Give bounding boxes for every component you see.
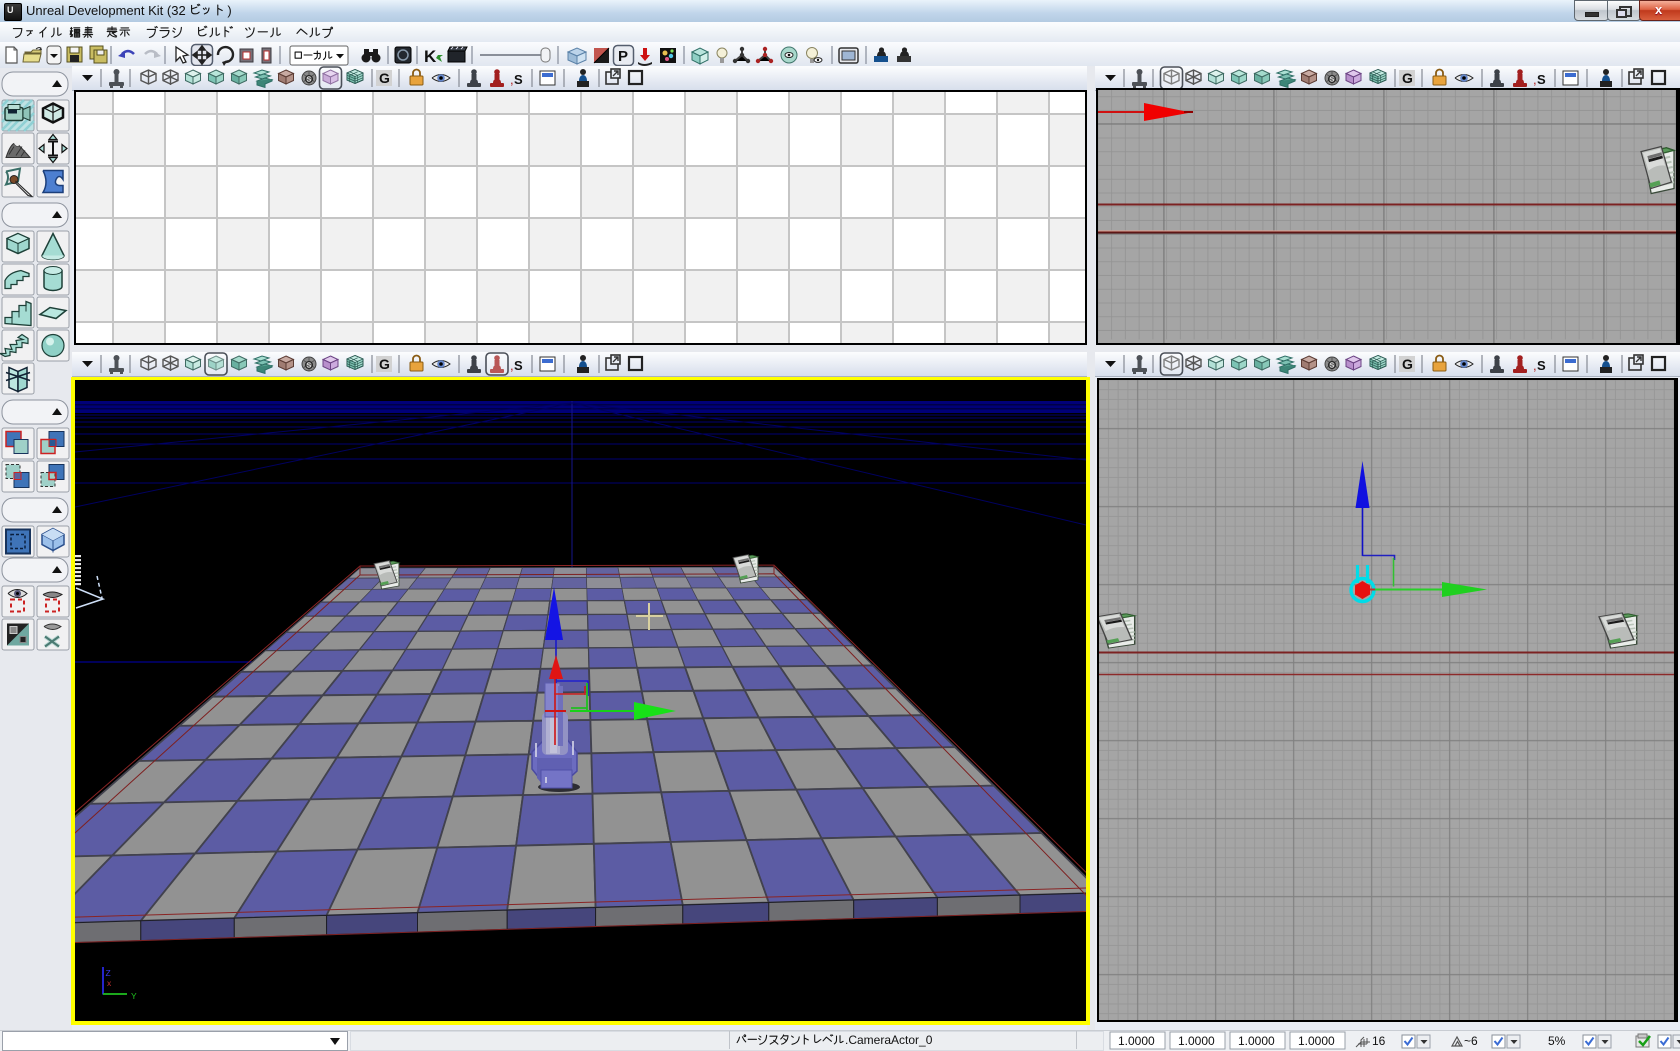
svg-text:1.0000: 1.0000: [1238, 1034, 1275, 1048]
svg-text:1.0000: 1.0000: [1178, 1034, 1215, 1048]
svg-text:G: G: [1402, 70, 1413, 86]
svg-text:~6: ~6: [1464, 1034, 1478, 1048]
svg-text:1.0000: 1.0000: [1118, 1034, 1155, 1048]
svg-text:S: S: [307, 77, 312, 84]
svg-text:S: S: [307, 363, 312, 370]
svg-text:P: P: [618, 48, 628, 65]
svg-text:x: x: [107, 978, 112, 988]
svg-text:5%: 5%: [1548, 1034, 1566, 1048]
svg-text:S: S: [1330, 77, 1335, 84]
svg-text:Y: Y: [131, 991, 137, 1001]
svg-text:S: S: [514, 358, 523, 373]
svg-text:S: S: [1537, 72, 1546, 87]
svg-text:K: K: [424, 47, 437, 66]
svg-text:S: S: [1330, 363, 1335, 370]
svg-text:.CameraActor_0: .CameraActor_0: [845, 1033, 933, 1047]
svg-text:Z: Z: [106, 968, 111, 978]
svg-text:S: S: [514, 72, 523, 87]
svg-text:G: G: [379, 70, 390, 86]
svg-text:16: 16: [1372, 1034, 1386, 1048]
svg-text:G: G: [1402, 356, 1413, 372]
svg-text:G: G: [379, 356, 390, 372]
svg-text:S: S: [1537, 358, 1546, 373]
svg-text:1.0000: 1.0000: [1298, 1034, 1335, 1048]
